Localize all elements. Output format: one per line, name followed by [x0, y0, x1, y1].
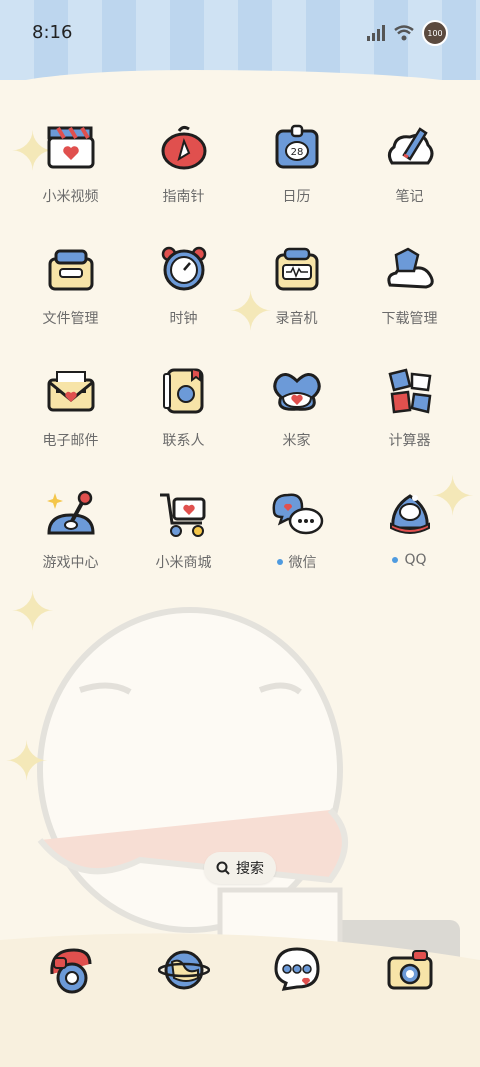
app-label: 日历 — [282, 189, 311, 205]
browser-icon — [155, 940, 213, 998]
messages-icon — [268, 940, 326, 998]
app-label: 小米视频 — [42, 189, 99, 205]
app-game-center[interactable]: 游戏中心 — [14, 484, 127, 584]
signal-icon — [367, 25, 385, 41]
app-label: 录音机 — [275, 311, 318, 327]
app-label: QQ — [404, 552, 427, 568]
app-compass[interactable]: 指南针 — [127, 118, 240, 218]
file-manager-icon — [42, 240, 100, 298]
status-bar: 8:16 100 — [0, 0, 480, 68]
dock-phone[interactable] — [14, 940, 127, 998]
app-grid: 小米视频 指南针 28 日历 笔记 文件管理 时钟 录音机 下载管理 电子邮件 … — [14, 118, 466, 584]
app-label: 下载管理 — [381, 311, 438, 327]
contacts-icon — [155, 362, 213, 420]
app-clock[interactable]: 时钟 — [127, 240, 240, 340]
app-wechat[interactable]: 微信 — [240, 484, 353, 584]
app-mi-video[interactable]: 小米视频 — [14, 118, 127, 218]
app-notes[interactable]: 笔记 — [353, 118, 466, 218]
wechat-icon — [268, 484, 326, 542]
app-label: 微信 — [288, 555, 317, 571]
dock-messages[interactable] — [240, 940, 353, 998]
app-recorder[interactable]: 录音机 — [240, 240, 353, 340]
dock-camera[interactable] — [353, 940, 466, 998]
app-label: 电子邮件 — [42, 433, 99, 449]
mi-store-icon — [155, 484, 213, 542]
wifi-icon — [394, 25, 414, 41]
mijia-icon — [268, 362, 326, 420]
app-contacts[interactable]: 联系人 — [127, 362, 240, 462]
status-time: 8:16 — [32, 22, 73, 43]
recorder-icon — [268, 240, 326, 298]
dock-browser[interactable] — [127, 940, 240, 998]
app-downloads[interactable]: 下载管理 — [353, 240, 466, 340]
star-decoration: ✦ — [10, 580, 56, 643]
video-icon — [42, 118, 100, 176]
calendar-icon: 28 — [268, 118, 326, 176]
app-calendar[interactable]: 28 日历 — [240, 118, 353, 218]
app-calculator[interactable]: 计算器 — [353, 362, 466, 462]
search-icon — [216, 861, 230, 875]
app-email[interactable]: 电子邮件 — [14, 362, 127, 462]
notification-dot — [276, 559, 283, 565]
battery-indicator: 100 — [422, 20, 448, 46]
calendar-date: 28 — [290, 147, 303, 158]
app-file-manager[interactable]: 文件管理 — [14, 240, 127, 340]
app-label: 计算器 — [388, 433, 431, 449]
mail-icon — [42, 362, 100, 420]
dock — [14, 940, 466, 998]
app-label: 笔记 — [395, 189, 424, 205]
search-label: 搜索 — [236, 861, 264, 877]
downloads-icon — [381, 240, 439, 298]
clock-icon — [155, 240, 213, 298]
app-label: 小米商城 — [155, 555, 212, 571]
calculator-icon — [381, 362, 439, 420]
search-button[interactable]: 搜索 — [204, 852, 276, 884]
camera-icon — [381, 940, 439, 998]
app-label: 游戏中心 — [42, 555, 99, 571]
app-label: 联系人 — [162, 433, 205, 449]
compass-icon — [155, 118, 213, 176]
game-center-icon — [42, 484, 100, 542]
app-label: 时钟 — [169, 311, 198, 327]
app-label: 文件管理 — [42, 311, 99, 327]
app-label: 指南针 — [162, 189, 205, 205]
notes-icon — [381, 118, 439, 176]
app-label: 米家 — [282, 433, 311, 449]
app-mijia[interactable]: 米家 — [240, 362, 353, 462]
phone-icon — [42, 940, 100, 998]
notification-dot — [392, 557, 399, 563]
app-mi-store[interactable]: 小米商城 — [127, 484, 240, 584]
qq-icon — [381, 484, 439, 542]
app-qq[interactable]: QQ — [353, 484, 466, 584]
star-decoration: ✦ — [4, 730, 50, 793]
